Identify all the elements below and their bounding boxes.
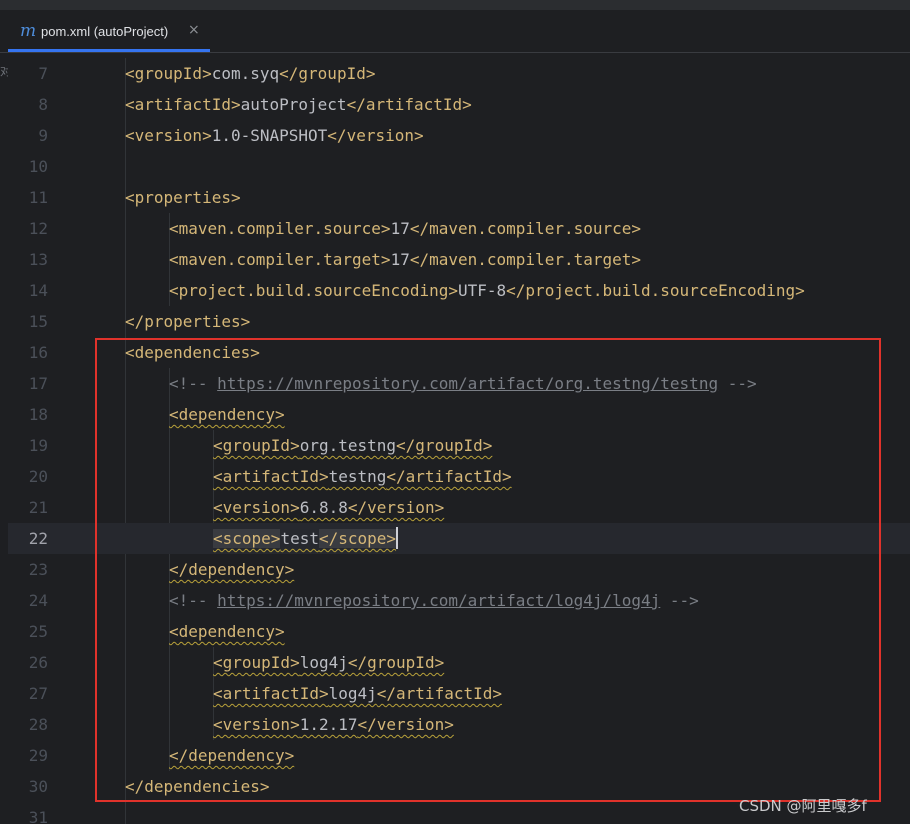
xml-tag: </groupId> <box>279 64 376 83</box>
line-number[interactable]: 18 <box>8 399 48 430</box>
code-text: <project.build.sourceEncoding>UTF-8</pro… <box>169 275 805 306</box>
line-number[interactable]: 31 <box>8 802 48 824</box>
code-text: <maven.compiler.target>17</maven.compile… <box>169 244 641 275</box>
line-number[interactable]: 12 <box>8 213 48 244</box>
tag-value: autoProject <box>240 95 347 114</box>
line-number[interactable]: 15 <box>8 306 48 337</box>
line-number[interactable]: 16 <box>8 337 48 368</box>
xml-tag: <properties> <box>125 188 241 207</box>
tab-title: pom.xml (autoProject) <box>41 24 169 39</box>
line-number[interactable]: 30 <box>8 771 48 802</box>
xml-tag: <groupId> <box>125 64 212 83</box>
xml-tag: </artifactId> <box>346 95 472 114</box>
line-number[interactable]: 28 <box>8 709 48 740</box>
line-number[interactable]: 21 <box>8 492 48 523</box>
maven-file-icon: m <box>20 21 37 41</box>
code-line[interactable]: 15 </properties> <box>8 306 910 337</box>
code-line[interactable]: 8 <artifactId>autoProject</artifactId> <box>8 89 910 120</box>
tag-value: 17 <box>390 219 410 238</box>
line-number[interactable]: 11 <box>8 182 48 213</box>
code-line[interactable]: 11 <properties> <box>8 182 910 213</box>
xml-tag: <version> <box>125 126 212 145</box>
tag-value: com.syq <box>211 64 280 83</box>
tab-pom-xml[interactable]: m pom.xml (autoProject) × <box>8 10 210 52</box>
watermark: CSDN @阿里嘎多f <box>739 797 867 815</box>
xml-tag: </project.build.sourceEncoding> <box>506 281 805 300</box>
line-number[interactable]: 7 <box>8 58 48 89</box>
code-line[interactable]: 12 <maven.compiler.source>17</maven.compi… <box>8 213 910 244</box>
line-number[interactable]: 19 <box>8 430 48 461</box>
annotation-highlight-box <box>95 338 881 802</box>
line-number[interactable]: 20 <box>8 461 48 492</box>
line-number[interactable]: 24 <box>8 585 48 616</box>
xml-tag: </maven.compiler.source> <box>409 219 642 238</box>
line-number[interactable]: 17 <box>8 368 48 399</box>
code-text: <groupId>com.syq</groupId> <box>125 58 375 89</box>
code-text: <properties> <box>125 182 241 213</box>
line-number[interactable]: 26 <box>8 647 48 678</box>
code-line[interactable]: 7 <groupId>com.syq</groupId> <box>8 58 910 89</box>
xml-tag: <maven.compiler.target> <box>169 250 391 269</box>
line-number[interactable]: 8 <box>8 89 48 120</box>
tag-value: UTF-8 <box>457 281 507 300</box>
line-number[interactable]: 29 <box>8 740 48 771</box>
code-line[interactable]: 9 <version>1.0-SNAPSHOT</version> <box>8 120 910 151</box>
line-number[interactable]: 9 <box>8 120 48 151</box>
code-text: <artifactId>autoProject</artifactId> <box>125 89 472 120</box>
tag-value: 17 <box>390 250 410 269</box>
xml-tag: </maven.compiler.target> <box>409 250 642 269</box>
line-number[interactable]: 27 <box>8 678 48 709</box>
xml-tag: <project.build.sourceEncoding> <box>169 281 458 300</box>
xml-tag: </properties> <box>125 312 251 331</box>
line-number[interactable]: 13 <box>8 244 48 275</box>
code-text: <maven.compiler.source>17</maven.compile… <box>169 213 641 244</box>
close-icon[interactable]: × <box>188 22 200 38</box>
xml-tag: <maven.compiler.source> <box>169 219 391 238</box>
code-text: </properties> <box>125 306 250 337</box>
line-number[interactable]: 10 <box>8 151 48 182</box>
editor-tab-bar: m pom.xml (autoProject) × <box>0 10 910 53</box>
tag-value: 1.0-SNAPSHOT <box>211 126 328 145</box>
code-line[interactable]: 13 <maven.compiler.target>17</maven.compi… <box>8 244 910 275</box>
active-tab-indicator <box>8 49 210 52</box>
xml-tag: </version> <box>327 126 424 145</box>
line-number[interactable]: 22 <box>8 523 48 554</box>
line-number[interactable]: 25 <box>8 616 48 647</box>
code-line[interactable]: 14 <project.build.sourceEncoding>UTF-8</p… <box>8 275 910 306</box>
line-number[interactable]: 14 <box>8 275 48 306</box>
code-text: <version>1.0-SNAPSHOT</version> <box>125 120 424 151</box>
xml-tag: <artifactId> <box>125 95 241 114</box>
code-line[interactable]: 10 <box>8 151 910 182</box>
line-number[interactable]: 23 <box>8 554 48 585</box>
window-top-strip <box>0 0 910 10</box>
